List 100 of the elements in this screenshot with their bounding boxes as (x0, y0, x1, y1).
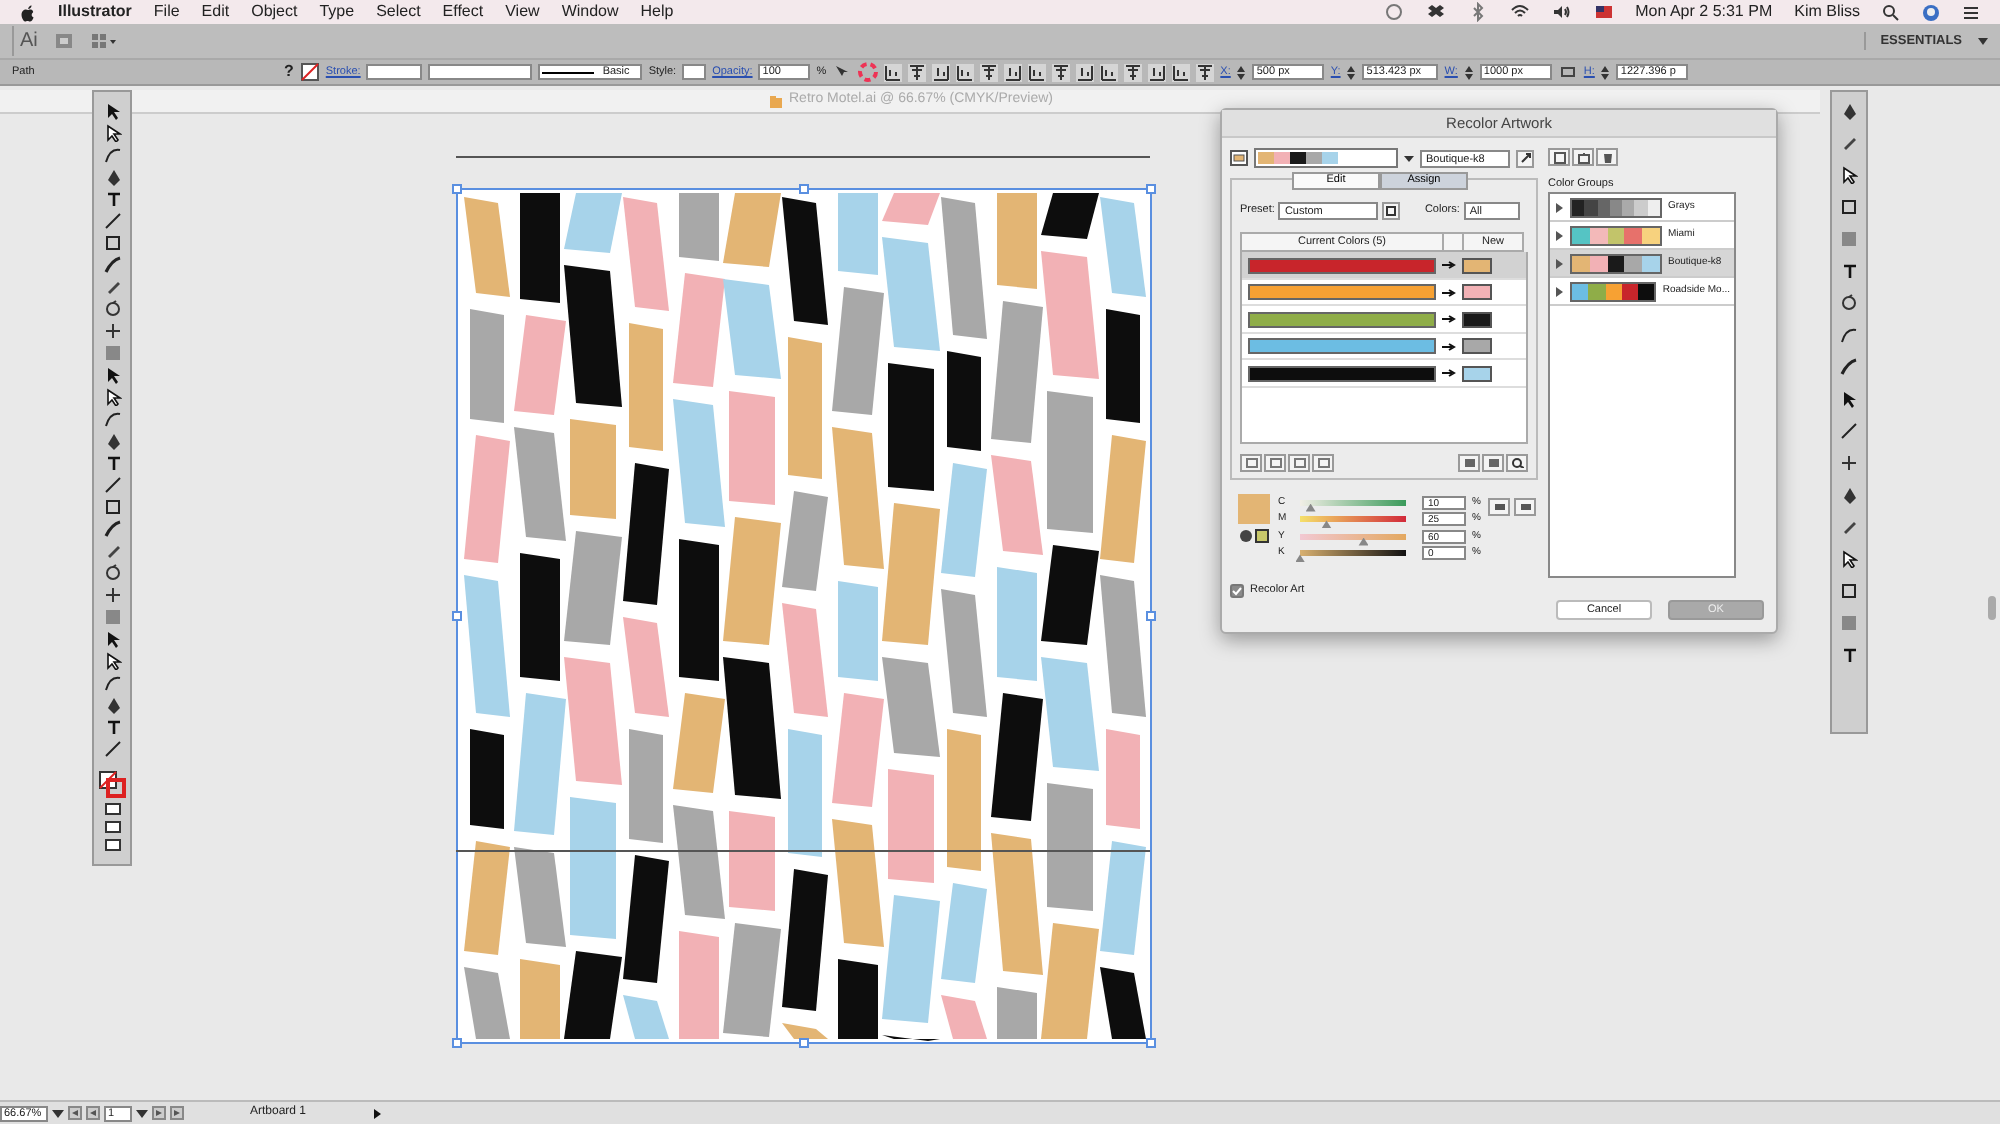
group-tool-button[interactable] (1548, 148, 1570, 166)
tool-icon[interactable] (103, 322, 121, 340)
artwork-colors-icon[interactable] (1230, 150, 1248, 166)
align-icon[interactable] (932, 63, 951, 81)
panel-icon[interactable] (1840, 646, 1858, 664)
caret-icon[interactable] (52, 1107, 64, 1119)
slider-track[interactable] (1300, 550, 1406, 557)
align-icon[interactable] (1148, 63, 1167, 81)
tool-icon[interactable] (103, 718, 121, 736)
menu-item[interactable]: Window (561, 0, 619, 24)
caret-icon[interactable] (1978, 37, 1988, 45)
stepper-icon[interactable] (1463, 63, 1474, 81)
variable-width-field[interactable] (428, 64, 533, 80)
checkbox[interactable] (1230, 583, 1244, 598)
color-assignment-row[interactable] (1242, 306, 1526, 334)
group-tool-button[interactable] (1572, 148, 1594, 166)
expand-triangle-icon[interactable] (1554, 257, 1564, 270)
align-icon[interactable] (1052, 63, 1071, 81)
selected-pattern-artwork-drawing[interactable] (450, 182, 1158, 1050)
fill-stroke-icon[interactable] (98, 770, 126, 798)
color-assignment-row[interactable] (1242, 333, 1526, 361)
previous-icon[interactable] (68, 1106, 82, 1120)
menu-item[interactable]: Help (640, 0, 674, 24)
caret-icon[interactable] (1404, 153, 1414, 163)
align-icon[interactable] (1196, 63, 1215, 81)
group-tool-button[interactable] (1596, 148, 1618, 166)
align-icon[interactable] (1172, 63, 1191, 81)
new-color-swatch[interactable] (1462, 338, 1492, 354)
align-icon[interactable] (1028, 63, 1047, 81)
list-tool-button[interactable] (1482, 454, 1504, 473)
color-tool-button[interactable] (1514, 498, 1537, 516)
menu-item[interactable]: Type (319, 0, 355, 24)
menu-item[interactable]: View (505, 0, 540, 24)
next-icon[interactable] (170, 1106, 184, 1120)
align-icon[interactable] (1076, 63, 1095, 81)
slider-thumb[interactable] (1358, 537, 1369, 546)
recolor-wheel-icon[interactable] (858, 62, 879, 82)
fill-swatch[interactable]: ? (284, 60, 294, 84)
align-icon[interactable] (1100, 63, 1119, 81)
slider-track[interactable] (1300, 533, 1406, 540)
menu-clock[interactable]: Mon Apr 2 5:31 PM (1635, 0, 1773, 24)
align-icon[interactable] (956, 63, 975, 81)
expand-triangle-icon[interactable] (1554, 285, 1564, 298)
tool-icon[interactable] (103, 300, 121, 318)
stroke-swatch-icon[interactable] (299, 62, 320, 82)
menu-item[interactable]: Effect (442, 0, 484, 24)
slider-track[interactable] (1300, 499, 1406, 506)
dropbox-icon[interactable] (1425, 2, 1446, 22)
current-color-bar[interactable] (1248, 284, 1436, 300)
list-tool-button[interactable] (1458, 454, 1480, 473)
preset-options-button[interactable] (1382, 202, 1401, 220)
color-assignment-row[interactable] (1242, 360, 1526, 388)
bluetooth-icon[interactable] (1467, 2, 1488, 22)
color-assignment-row[interactable] (1242, 279, 1526, 307)
color-tool-button[interactable] (1488, 498, 1511, 516)
panel-icon[interactable] (1840, 262, 1858, 280)
menu-item[interactable]: Edit (201, 0, 230, 24)
menu-icon[interactable] (1962, 3, 1980, 21)
list-tool-button[interactable] (1506, 454, 1528, 473)
menu-item[interactable]: Object (251, 0, 298, 24)
status-menu-icon[interactable] (372, 1107, 382, 1119)
panel-icon[interactable] (1840, 454, 1858, 472)
caret-icon[interactable] (136, 1107, 148, 1119)
current-color-bar[interactable] (1248, 311, 1436, 327)
color-assignment-row[interactable] (1242, 252, 1526, 280)
tool-icon[interactable] (103, 564, 121, 582)
current-color-bar[interactable] (1248, 365, 1436, 381)
search-icon[interactable] (1882, 3, 1900, 21)
layout-grid-icon[interactable] (89, 32, 118, 50)
volume-icon[interactable] (1551, 2, 1572, 22)
menu-item[interactable]: Select (376, 0, 421, 24)
expand-triangle-icon[interactable] (1554, 201, 1564, 214)
slider-thumb[interactable] (1305, 503, 1316, 512)
stepper-icon[interactable] (1236, 63, 1247, 81)
slider-track[interactable] (1300, 516, 1406, 523)
new-color-swatch[interactable] (1462, 284, 1492, 300)
flag-icon[interactable] (1593, 2, 1614, 22)
stroke-weight-field[interactable] (366, 64, 423, 80)
menu-user[interactable]: Kim Bliss (1794, 0, 1860, 24)
tool-icon[interactable] (103, 454, 121, 472)
menu-item[interactable]: File (153, 0, 180, 24)
align-icon[interactable] (908, 63, 927, 81)
new-color-swatch[interactable] (1462, 311, 1492, 327)
tool-icon[interactable] (103, 740, 121, 758)
align-icon[interactable] (1004, 63, 1023, 81)
harmony-strip[interactable] (1254, 148, 1398, 168)
align-icon[interactable] (1124, 63, 1143, 81)
style-field[interactable] (682, 64, 707, 80)
previous-icon[interactable] (86, 1106, 100, 1120)
color-mode-icon[interactable] (1238, 528, 1270, 544)
scrollbar-thumb[interactable] (1988, 596, 1996, 620)
tool-icon[interactable] (103, 190, 121, 208)
new-color-swatch[interactable] (1462, 365, 1492, 381)
next-icon[interactable] (152, 1106, 166, 1120)
expand-triangle-icon[interactable] (1554, 229, 1564, 242)
new-color-swatch[interactable] (1462, 257, 1492, 273)
current-color-bar[interactable] (1248, 338, 1436, 354)
wifi-icon[interactable] (1509, 2, 1530, 22)
panel-icon[interactable] (1840, 294, 1858, 312)
tool-icon[interactable] (103, 586, 121, 604)
